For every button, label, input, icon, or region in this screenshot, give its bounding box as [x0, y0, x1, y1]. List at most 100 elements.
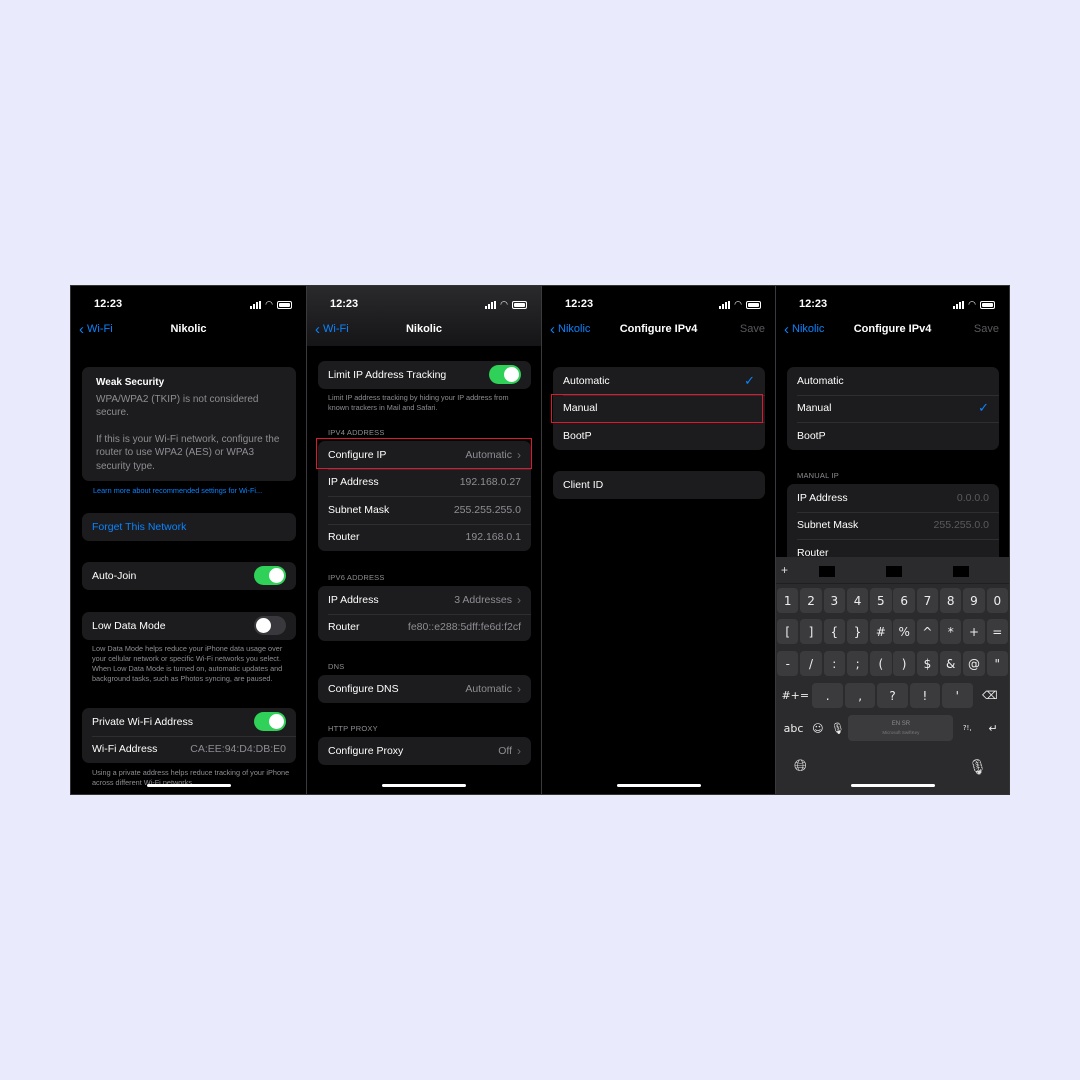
chevron-right-icon: › [517, 592, 521, 607]
space-key[interactable]: EN SR Microsoft SwiftKey [848, 715, 954, 741]
chevron-right-icon: › [517, 743, 521, 758]
battery-icon [512, 300, 527, 309]
row-value: Off [498, 744, 512, 757]
keyboard-key[interactable]: 8 [939, 588, 962, 613]
status-time: 12:23 [94, 298, 123, 310]
option-automatic[interactable]: Automatic ✓ [553, 367, 765, 395]
private-address-row: Private Wi-Fi Address [82, 708, 296, 736]
forget-network-button[interactable]: Forget This Network [82, 513, 296, 541]
keyboard-key[interactable]: / [800, 651, 822, 676]
wifi-icon: ◠ [968, 299, 976, 309]
option-manual[interactable]: Manual ✓ [787, 394, 999, 423]
row-label: IP Address [328, 476, 379, 489]
microphone-icon[interactable]: 🎙︎ [829, 716, 847, 741]
keyboard-key[interactable]: ^ [916, 619, 939, 644]
keyboard-key[interactable]: . [812, 683, 844, 708]
keyboard-key[interactable]: ) [893, 651, 915, 676]
field-label: IP Address [797, 491, 848, 504]
keyboard-key[interactable]: + [963, 619, 985, 644]
keyboard-key[interactable]: : [823, 651, 846, 676]
configure-proxy-row[interactable]: Configure Proxy Off › [318, 737, 531, 765]
punctuation-key[interactable]: ?!, [955, 716, 979, 741]
wifi-address-row: Wi-Fi Address CA:EE:94:D4:DB:E0 [82, 735, 296, 764]
keyboard-key[interactable]: [ [777, 619, 799, 644]
dictation-microphone-icon[interactable]: 🎙︎ [968, 758, 987, 776]
keyboard-key[interactable]: 4 [846, 588, 869, 613]
keyboard-key[interactable]: 1 [777, 588, 799, 613]
low-data-toggle[interactable] [254, 616, 286, 636]
home-indicator [146, 784, 231, 787]
keyboard-key[interactable]: 0 [986, 588, 1009, 613]
status-icons: ◠ [719, 299, 761, 310]
emoji-icon[interactable]: ☺ [809, 716, 827, 741]
keyboard-key[interactable]: ' [942, 683, 973, 708]
keyboard-key[interactable]: { [823, 619, 846, 644]
option-bootp[interactable]: BootP [553, 422, 765, 450]
keyboard-key[interactable]: } [846, 619, 869, 644]
option-bootp[interactable]: BootP [787, 422, 999, 450]
more-symbols-key[interactable]: #+= [780, 683, 811, 708]
subnet-mask-row: Subnet Mask 255.255.255.0 [318, 496, 531, 524]
keyboard-key[interactable]: 6 [893, 588, 915, 613]
key-row-symbols: []{} #% ^ * + = [776, 619, 1009, 644]
keyboard-key[interactable]: % [893, 619, 915, 644]
ipv6-address-row[interactable]: IP Address 3 Addresses › [318, 586, 531, 614]
signal-icon [719, 300, 731, 309]
back-button[interactable]: ‹ Wi-Fi [315, 322, 349, 337]
status-icons: ◠ [485, 299, 527, 310]
globe-icon[interactable]: 🌐︎ [794, 758, 807, 776]
highlight-box [551, 394, 763, 423]
keyboard-key[interactable]: 9 [963, 588, 985, 613]
save-button[interactable]: Save [974, 323, 999, 335]
auto-join-row: Auto-Join [82, 562, 296, 590]
chevron-left-icon: ‹ [79, 320, 84, 338]
learn-more-link[interactable]: Learn more about recommended settings fo… [93, 486, 292, 496]
keyboard-key[interactable]: " [986, 651, 1009, 676]
home-indicator [616, 784, 701, 787]
keyboard-key[interactable]: ] [800, 619, 822, 644]
configure-dns-row[interactable]: Configure DNS Automatic › [318, 675, 531, 703]
keyboard-key[interactable]: , [844, 683, 876, 708]
keyboard-key[interactable]: ; [846, 651, 869, 676]
keyboard-key[interactable]: $ [916, 651, 939, 676]
keyboard-key[interactable]: - [777, 651, 799, 676]
keyboard-key[interactable]: & [939, 651, 962, 676]
subnet-mask-field[interactable]: Subnet Mask 255.255.0.0 [787, 511, 999, 540]
ip-address-field[interactable]: IP Address 0.0.0.0 [787, 484, 999, 512]
ipv6-header: IPV6 ADDRESS [328, 573, 385, 582]
keyboard-key[interactable]: 3 [823, 588, 846, 613]
keyboard-key[interactable]: 5 [870, 588, 892, 613]
keyboard-key[interactable]: * [939, 619, 962, 644]
status-time: 12:23 [330, 298, 359, 310]
back-button[interactable]: ‹ Nikolic [550, 322, 590, 337]
keyboard-key[interactable]: = [986, 619, 1009, 644]
keyboard-key[interactable]: # [870, 619, 892, 644]
back-button[interactable]: ‹ Wi-Fi [79, 320, 113, 338]
keyboard-key[interactable]: ! [909, 683, 941, 708]
battery-icon [980, 300, 995, 309]
plus-icon[interactable]: + [781, 563, 788, 577]
option-automatic[interactable]: Automatic [787, 367, 999, 395]
limit-ip-toggle[interactable] [489, 365, 521, 385]
chevron-left-icon: ‹ [784, 320, 789, 338]
backspace-key[interactable]: ⌫ [974, 683, 1005, 708]
keyboard-key[interactable]: 7 [916, 588, 939, 613]
keyboard-key[interactable]: ? [877, 683, 908, 708]
keyboard-key[interactable]: ( [870, 651, 892, 676]
auto-join-toggle[interactable] [254, 566, 286, 586]
back-button[interactable]: ‹ Nikolic [784, 320, 824, 338]
row-value: Automatic [465, 682, 512, 695]
dns-header: DNS [328, 662, 345, 671]
keyboard-key[interactable]: @ [963, 651, 985, 676]
keyboard-key[interactable]: 2 [800, 588, 822, 613]
abc-key[interactable]: abc [780, 716, 807, 741]
back-label: Wi-Fi [323, 323, 349, 335]
client-id-row[interactable]: Client ID [553, 471, 765, 499]
private-address-toggle[interactable] [254, 712, 286, 732]
row-label: Router [328, 531, 360, 544]
row-label: Subnet Mask [328, 503, 390, 516]
return-key[interactable]: ↵ [981, 716, 1005, 741]
configure-ipv4-screen: 12:23 ◠ ‹ Nikolic Configure IPv4 Save Autom… [542, 286, 775, 794]
save-button[interactable]: Save [740, 323, 765, 335]
ip-address-row: IP Address 192.168.0.27 [318, 468, 531, 497]
